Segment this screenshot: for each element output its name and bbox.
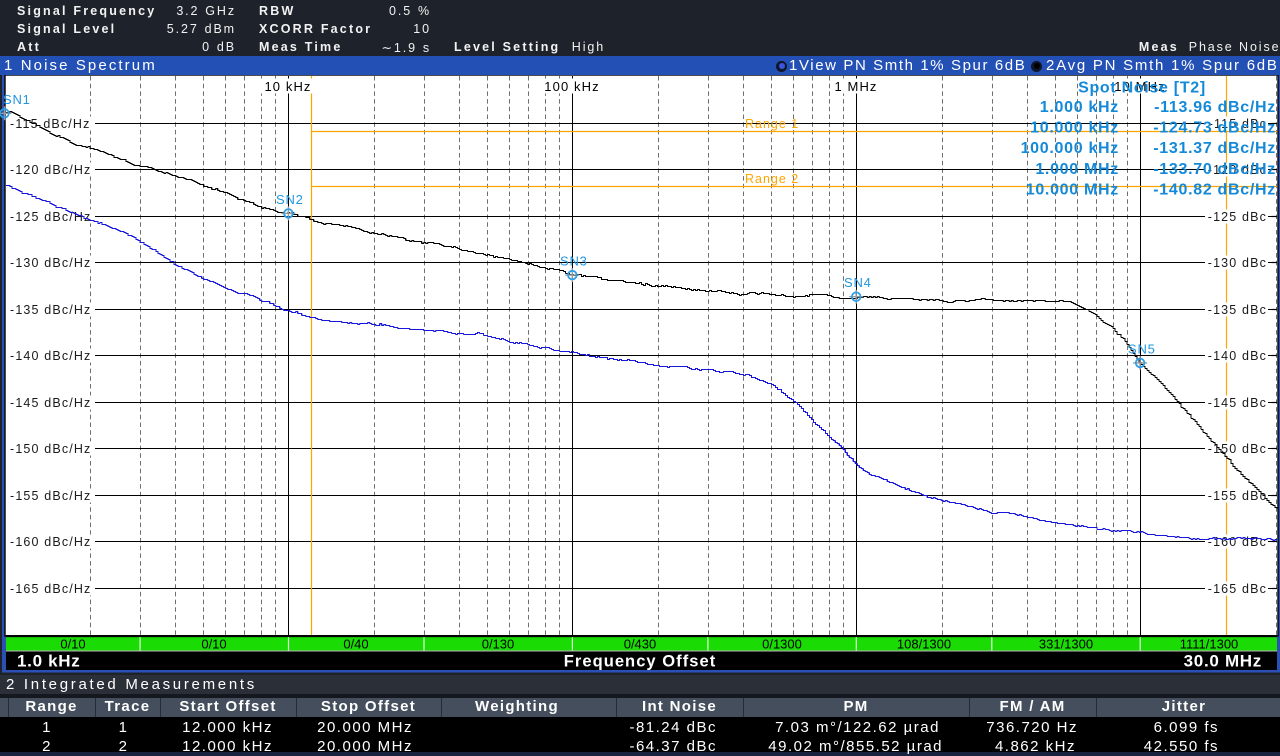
svg-text:1111/1300: 1111/1300	[1180, 637, 1239, 652]
svg-text:10.000 MHz: 10.000 MHz	[1026, 181, 1119, 198]
svg-text:0/10: 0/10	[60, 637, 85, 652]
svg-text:100 kHz: 100 kHz	[544, 79, 599, 94]
svg-text:-140 dBc/Hz: -140 dBc/Hz	[10, 349, 91, 363]
svg-text:-124.73 dBc/Hz: -124.73 dBc/Hz	[1153, 120, 1276, 137]
svg-text:0/130: 0/130	[482, 637, 515, 652]
svg-text:1 MHz: 1 MHz	[834, 79, 877, 94]
svg-text:SN3: SN3	[560, 254, 588, 269]
svg-text:-165 dBc: -165 dBc	[1208, 582, 1267, 596]
svg-text:SN1: SN1	[3, 92, 31, 107]
svg-text:0/40: 0/40	[343, 637, 368, 652]
svg-text:-125 dBc: -125 dBc	[1208, 210, 1267, 224]
svg-text:-120 dBc/Hz: -120 dBc/Hz	[10, 163, 91, 177]
svg-text:331/1300: 331/1300	[1039, 637, 1093, 652]
svg-text:-133.70 dBc/Hz: -133.70 dBc/Hz	[1153, 161, 1276, 178]
svg-text:-150 dBc/Hz: -150 dBc/Hz	[10, 442, 91, 456]
svg-text:30.0 MHz: 30.0 MHz	[1184, 652, 1262, 671]
svg-text:108/1300: 108/1300	[897, 637, 951, 652]
svg-text:-113.96 dBc/Hz: -113.96 dBc/Hz	[1154, 99, 1276, 116]
svg-text:-140 dBc: -140 dBc	[1208, 349, 1267, 363]
svg-text:-165 dBc/Hz: -165 dBc/Hz	[10, 582, 91, 596]
svg-text:1.000 MHz: 1.000 MHz	[1035, 161, 1119, 178]
svg-text:SN5: SN5	[1128, 341, 1156, 356]
svg-text:-131.37 dBc/Hz: -131.37 dBc/Hz	[1153, 140, 1276, 157]
svg-text:Spot Noise [T2]: Spot Noise [T2]	[1078, 80, 1206, 97]
svg-text:-160 dBc/Hz: -160 dBc/Hz	[10, 535, 91, 549]
svg-text:SN2: SN2	[276, 192, 304, 207]
svg-text:-140.82 dBc/Hz: -140.82 dBc/Hz	[1153, 181, 1276, 198]
svg-text:-155 dBc/Hz: -155 dBc/Hz	[10, 489, 91, 503]
svg-text:-135 dBc: -135 dBc	[1208, 303, 1267, 317]
svg-text:10 kHz: 10 kHz	[264, 79, 311, 94]
svg-text:Range 1: Range 1	[745, 117, 799, 131]
svg-text:1.000 kHz: 1.000 kHz	[1040, 99, 1119, 116]
svg-text:-145 dBc/Hz: -145 dBc/Hz	[10, 396, 91, 410]
svg-text:0/430: 0/430	[624, 637, 657, 652]
svg-text:-130 dBc/Hz: -130 dBc/Hz	[10, 256, 91, 270]
svg-text:-135 dBc/Hz: -135 dBc/Hz	[10, 303, 91, 317]
svg-text:100.000 kHz: 100.000 kHz	[1021, 140, 1119, 157]
svg-text:-145 dBc: -145 dBc	[1208, 396, 1267, 410]
svg-text:0/1300: 0/1300	[762, 637, 802, 652]
svg-text:10.000 kHz: 10.000 kHz	[1030, 120, 1119, 137]
svg-text:-125 dBc/Hz: -125 dBc/Hz	[10, 210, 91, 224]
svg-text:1.0 kHz: 1.0 kHz	[17, 652, 81, 671]
svg-text:-155 dBc: -155 dBc	[1208, 489, 1267, 503]
svg-text:-130 dBc: -130 dBc	[1208, 256, 1267, 270]
svg-text:Frequency Offset: Frequency Offset	[564, 653, 717, 671]
svg-text:SN4: SN4	[844, 275, 872, 290]
svg-text:0/10: 0/10	[201, 637, 226, 652]
svg-text:Range 2: Range 2	[745, 172, 799, 186]
